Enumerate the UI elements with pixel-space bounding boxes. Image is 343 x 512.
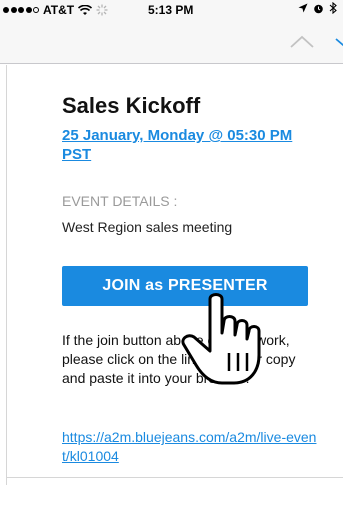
status-time: 5:13 PM — [148, 3, 194, 17]
status-bar: AT&T 5:13 PM — [0, 0, 343, 20]
status-left: AT&T — [3, 3, 108, 17]
signal-strength-icon — [3, 7, 39, 13]
wifi-icon — [78, 4, 93, 15]
carrier-label: AT&T — [43, 3, 75, 17]
status-right — [298, 2, 337, 14]
chevron-down-icon[interactable] — [333, 30, 343, 54]
location-arrow-icon — [298, 3, 308, 13]
bluetooth-icon — [329, 2, 337, 14]
event-details-label: EVENT DETAILS : — [62, 193, 178, 209]
chevron-up-icon[interactable] — [288, 30, 316, 54]
event-date-link[interactable]: 25 January, Monday @ 05:30 PM PST — [62, 126, 322, 164]
divider — [6, 477, 343, 478]
event-url-link[interactable]: https://a2m.bluejeans.com/a2m/live-event… — [62, 428, 320, 466]
hand-pointer-icon — [181, 293, 261, 385]
email-body: Sales Kickoff 25 January, Monday @ 05:30… — [0, 65, 343, 512]
event-title: Sales Kickoff — [62, 93, 201, 118]
alarm-icon — [314, 4, 323, 13]
loading-icon — [96, 4, 108, 16]
nav-bar — [0, 20, 343, 64]
event-description: West Region sales meeting — [62, 219, 233, 235]
